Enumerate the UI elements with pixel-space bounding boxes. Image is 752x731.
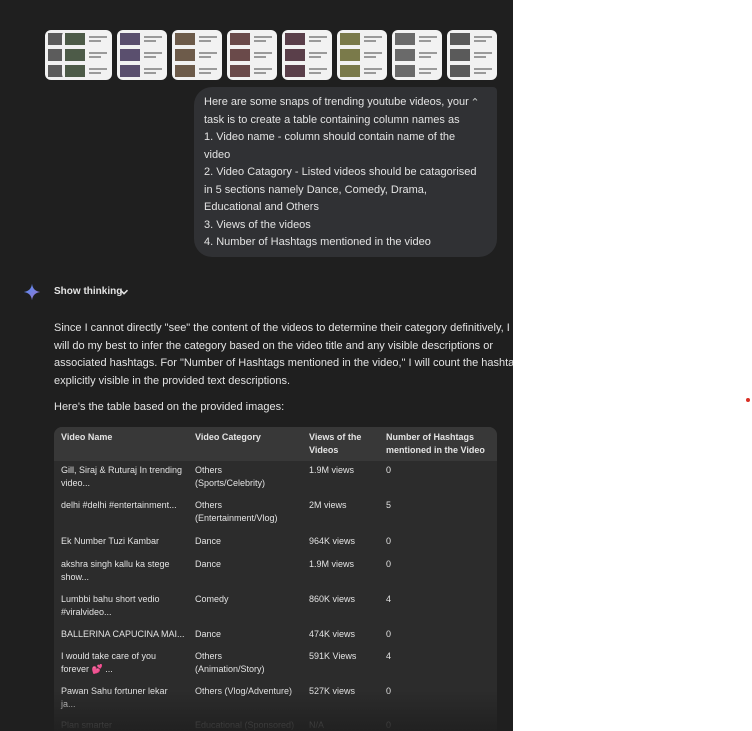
video-thumbnail[interactable] (282, 30, 332, 80)
table-cell-name: I would take care of you forever 💕 ... (61, 650, 156, 676)
response-text: Since I cannot directly "see" the conten… (54, 320, 513, 390)
prompt-line: video (204, 148, 231, 161)
table-cell-category: Comedy (195, 593, 229, 606)
prompt-line: 2. Video Catagory - Listed videos should… (204, 166, 477, 178)
table-cell-name: akshra singh kallu ka stege show... (61, 558, 170, 584)
table-cell-category: Dance (195, 558, 221, 571)
cell-line: Lumbbi bahu short vedio (61, 594, 160, 604)
column-header: Video Name (61, 431, 112, 444)
table-cell-name: Ek Number Tuzi Kambar (61, 535, 159, 548)
cell-line: Others (195, 465, 223, 475)
table-cell-views: 591K Views (309, 651, 357, 661)
table-cell-hashtags: 0 (386, 559, 392, 569)
video-thumbnail[interactable] (117, 30, 167, 80)
cell-line: (Sports/Celebrity) (195, 478, 266, 488)
cell-line: Dance (195, 536, 222, 546)
table-cell-views: 474K views (309, 629, 356, 639)
cell-line: Gill, Siraj & Ruturaj In trending (61, 465, 183, 475)
table-cell-category: Dance (195, 628, 221, 641)
table-cell-views: 1.9M views (309, 465, 355, 475)
table-cell-hashtags: 0 (386, 465, 392, 475)
table-intro: Here's the table based on the provided i… (54, 401, 285, 413)
video-table: Video Name Video Category Views of the Vide… (54, 427, 497, 731)
cell-line: BALLERINA CAPUCINA MAI... (61, 629, 185, 639)
prompt-line: 3. Views of the videos (204, 218, 311, 231)
cell-line: #viralvideo... (61, 607, 112, 617)
video-thumbnail[interactable] (447, 30, 497, 80)
table-cell-name: Gill, Siraj & Ruturaj In trending video..… (61, 464, 182, 490)
header-line: Views of the (309, 432, 362, 442)
video-thumbnail[interactable] (227, 30, 277, 80)
cell-line: (Animation/Story) (195, 664, 265, 674)
show-thinking-button[interactable]: Show thinking (54, 286, 122, 297)
cell-line: forever 💕 ... (61, 664, 113, 674)
cell-line: Dance (195, 629, 222, 639)
cell-line: Others (195, 500, 223, 510)
cell-line: Comedy (195, 594, 229, 604)
collapse-chevron-icon[interactable]: ⌃ (468, 96, 482, 110)
header-line: mentioned in the Video (386, 445, 485, 455)
header-line: Video Category (195, 432, 261, 442)
prompt-line: 4. Number of Hashtags mentioned in the v… (204, 236, 431, 248)
column-header: Number of Hashtags mentioned in the Video (386, 431, 485, 457)
table-cell-hashtags: 0 (386, 629, 392, 639)
prompt-line: in 5 sections namely Dance, Comedy, Dram… (204, 183, 427, 196)
cell-line: delhi #delhi #entertainment... (61, 500, 177, 510)
column-header: Views of the Videos (309, 431, 361, 457)
cell-line: akshra singh kallu ka stege (61, 559, 170, 569)
table-cell-hashtags: 4 (386, 651, 392, 661)
table-cell-views: 1.9M views (309, 559, 355, 569)
response-line: will do my best to infer the category ba… (54, 339, 494, 352)
prompt-line: Here are some snaps of trending youtube … (204, 96, 469, 108)
prompt-line: Educational and Others (204, 201, 319, 213)
gemini-spark-icon (23, 283, 41, 301)
scroll-fade (0, 690, 513, 731)
header-line: Videos (309, 445, 339, 455)
cell-line: show... (61, 572, 90, 582)
video-thumbnail[interactable] (172, 30, 222, 80)
video-thumbnail[interactable] (392, 30, 442, 80)
table-cell-category: Others (Animation/Story) (195, 650, 265, 676)
table-cell-name: Lumbbi bahu short vedio #viralvideo... (61, 593, 160, 619)
chat-panel: Here are some snaps of trending youtube … (0, 0, 513, 731)
table-cell-hashtags: 0 (386, 536, 392, 546)
table-cell-views: 860K views (309, 594, 356, 604)
table-cell-category: Dance (195, 535, 221, 548)
response-line: Since I cannot directly "see" the conten… (54, 322, 510, 334)
prompt-line: task is to create a table containing col… (204, 113, 460, 126)
table-cell-hashtags: 5 (386, 500, 392, 510)
response-line: explicitly visible in the provided text … (54, 374, 291, 387)
cell-line: Ek Number Tuzi Kambar (61, 536, 160, 546)
cell-line: Others (195, 651, 223, 661)
table-cell-category: Others (Entertainment/Vlog) (195, 499, 278, 525)
cell-line: (Entertainment/Vlog) (195, 513, 278, 523)
table-cell-views: 2M views (309, 500, 347, 510)
cursor-dot (746, 398, 750, 402)
header-line: Video Name (61, 432, 113, 442)
column-header: Video Category (195, 431, 261, 444)
user-prompt-bubble: Here are some snaps of trending youtube … (194, 87, 497, 257)
table-cell-hashtags: 4 (386, 594, 392, 604)
video-thumbnail[interactable] (337, 30, 387, 80)
table-cell-category: Others (Sports/Celebrity) (195, 464, 265, 490)
header-line: Number of Hashtags (386, 432, 475, 442)
table-cell-views: 964K views (309, 536, 356, 546)
video-thumbnail[interactable] (62, 30, 112, 80)
cell-line: I would take care of you (61, 651, 157, 661)
prompt-line: 1. Video name - column should contain na… (204, 131, 456, 143)
cell-line: Dance (195, 559, 222, 569)
table-cell-name: delhi #delhi #entertainment... (61, 499, 177, 512)
table-cell-name: BALLERINA CAPUCINA MAI... (61, 628, 185, 641)
cell-line: video... (61, 478, 91, 488)
chevron-down-icon[interactable] (119, 287, 129, 297)
response-line: associated hashtags. For "Number of Hash… (54, 357, 513, 369)
